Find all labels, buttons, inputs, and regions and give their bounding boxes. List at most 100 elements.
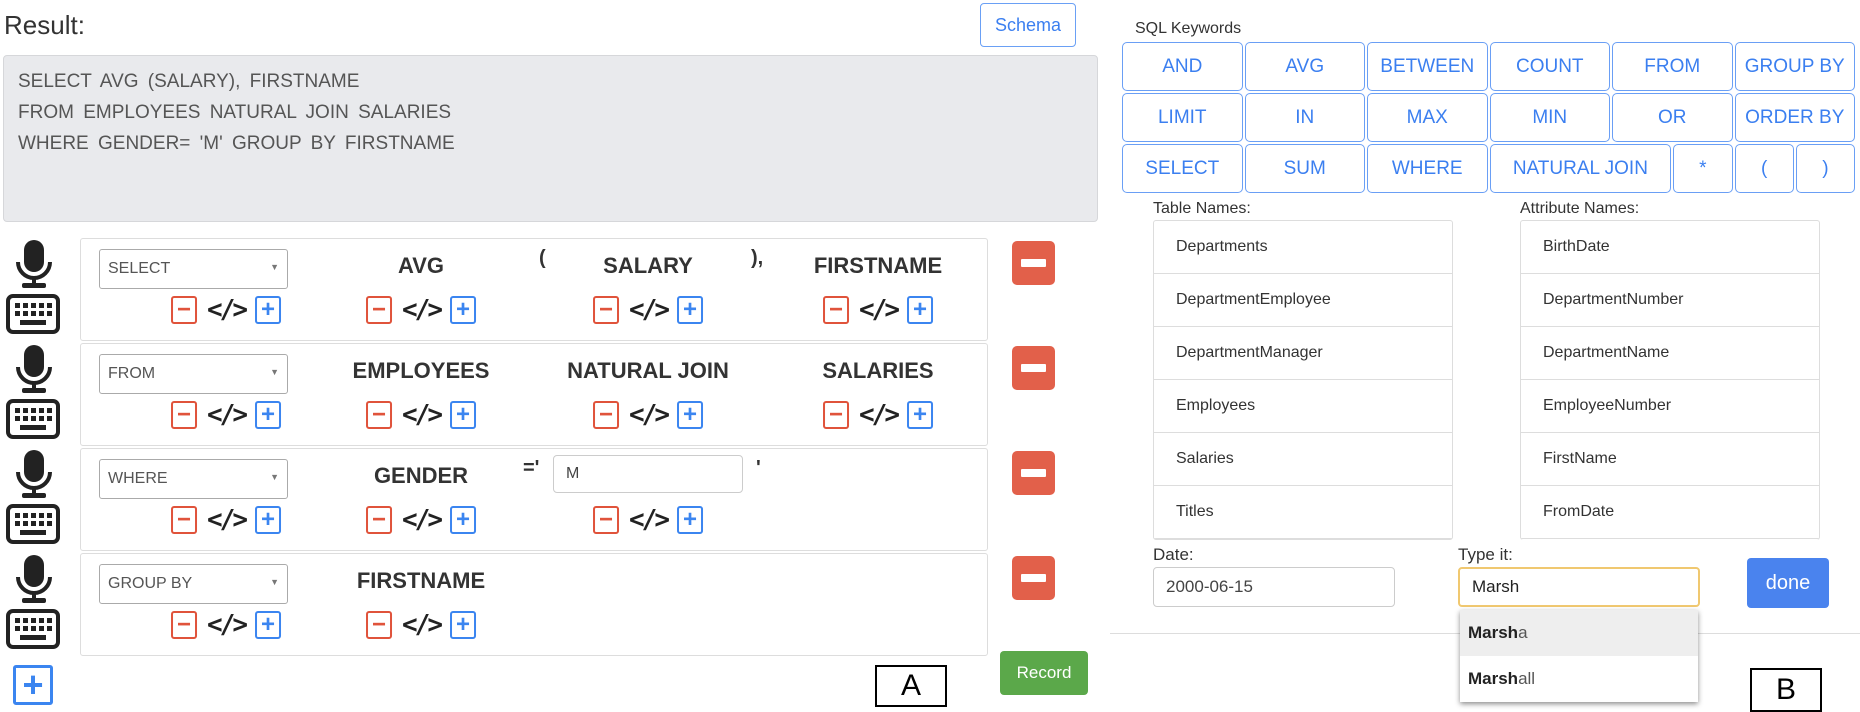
- add-token-button[interactable]: +: [254, 296, 281, 324]
- token[interactable]: EMPLOYEES: [353, 358, 490, 384]
- code-icon[interactable]: </>: [859, 400, 900, 430]
- add-token-button[interactable]: +: [906, 401, 933, 429]
- code-icon[interactable]: </>: [402, 610, 443, 640]
- value-input[interactable]: M: [553, 455, 743, 493]
- remove-token-button[interactable]: −: [593, 506, 620, 534]
- token[interactable]: GENDER: [374, 463, 468, 489]
- date-input[interactable]: 2000-06-15: [1153, 567, 1395, 607]
- keyword-button[interactable]: (: [1734, 144, 1794, 193]
- code-icon[interactable]: </>: [207, 610, 248, 640]
- add-token-button[interactable]: +: [254, 401, 281, 429]
- code-icon[interactable]: </>: [629, 400, 670, 430]
- keyword-button[interactable]: IN: [1244, 93, 1365, 142]
- table-name-item[interactable]: Departments: [1154, 221, 1452, 274]
- add-token-button[interactable]: +: [449, 401, 476, 429]
- code-icon[interactable]: </>: [207, 295, 248, 325]
- keyword-button[interactable]: FROM: [1612, 42, 1733, 91]
- code-icon[interactable]: </>: [207, 505, 248, 535]
- remove-token-button[interactable]: −: [366, 401, 393, 429]
- add-token-button[interactable]: +: [449, 611, 476, 639]
- token[interactable]: FIRSTNAME: [814, 253, 942, 279]
- code-icon[interactable]: </>: [629, 295, 670, 325]
- add-token-button[interactable]: +: [906, 296, 933, 324]
- token[interactable]: SALARIES: [822, 358, 933, 384]
- token[interactable]: SALARY: [603, 253, 693, 279]
- schema-button[interactable]: Schema: [980, 3, 1076, 47]
- keyword-button[interactable]: *: [1673, 144, 1733, 193]
- record-button[interactable]: Record: [1000, 651, 1088, 695]
- microphone-icon[interactable]: [9, 343, 59, 400]
- attribute-name-item[interactable]: FirstName: [1521, 433, 1819, 486]
- remove-token-button[interactable]: −: [366, 506, 393, 534]
- code-icon[interactable]: </>: [402, 505, 443, 535]
- code-icon[interactable]: </>: [859, 295, 900, 325]
- keyword-button[interactable]: OR: [1612, 93, 1733, 142]
- remove-row-button[interactable]: [1012, 451, 1055, 495]
- token[interactable]: NATURAL JOIN: [567, 358, 729, 384]
- attribute-name-item[interactable]: EmployeeNumber: [1521, 380, 1819, 433]
- remove-token-button[interactable]: −: [593, 296, 620, 324]
- keyword-button[interactable]: BETWEEN: [1367, 42, 1488, 91]
- attribute-name-item[interactable]: FromDate: [1521, 486, 1819, 539]
- remove-token-button[interactable]: −: [171, 506, 198, 534]
- remove-row-button[interactable]: [1012, 556, 1055, 600]
- code-icon[interactable]: </>: [207, 400, 248, 430]
- microphone-icon[interactable]: [9, 553, 59, 610]
- add-token-button[interactable]: +: [676, 401, 703, 429]
- keyboard-icon[interactable]: [6, 399, 60, 444]
- keyword-button[interactable]: SUM: [1244, 144, 1365, 193]
- keyword-button[interactable]: NATURAL JOIN: [1489, 144, 1672, 193]
- keyword-button[interactable]: LIMIT: [1122, 93, 1243, 142]
- add-token-button[interactable]: +: [449, 506, 476, 534]
- add-row-button[interactable]: +: [13, 665, 53, 705]
- keyword-button[interactable]: ORDER BY: [1734, 93, 1855, 142]
- clause-select[interactable]: GROUP BY ▼: [99, 564, 288, 604]
- keyword-button[interactable]: MIN: [1489, 93, 1610, 142]
- keyboard-icon[interactable]: [6, 294, 60, 339]
- keyword-button[interactable]: AVG: [1244, 42, 1365, 91]
- clause-select[interactable]: FROM ▼: [99, 354, 288, 394]
- token[interactable]: AVG: [398, 253, 444, 279]
- add-token-button[interactable]: +: [449, 296, 476, 324]
- keyboard-icon[interactable]: [6, 609, 60, 654]
- remove-token-button[interactable]: −: [171, 611, 198, 639]
- code-icon[interactable]: </>: [402, 295, 443, 325]
- code-icon[interactable]: </>: [402, 400, 443, 430]
- clause-select[interactable]: WHERE ▼: [99, 459, 288, 499]
- suggestion-item[interactable]: Marsh a: [1460, 610, 1698, 656]
- remove-token-button[interactable]: −: [823, 296, 850, 324]
- table-name-item[interactable]: Titles: [1154, 486, 1452, 539]
- remove-row-button[interactable]: [1012, 346, 1055, 390]
- token[interactable]: FIRSTNAME: [357, 568, 485, 594]
- attribute-name-item[interactable]: DepartmentNumber: [1521, 274, 1819, 327]
- type-it-input[interactable]: Marsh: [1458, 567, 1700, 607]
- remove-row-button[interactable]: [1012, 241, 1055, 285]
- add-token-button[interactable]: +: [676, 506, 703, 534]
- attribute-name-item[interactable]: DepartmentName: [1521, 327, 1819, 380]
- table-name-item[interactable]: Salaries: [1154, 433, 1452, 486]
- microphone-icon[interactable]: [9, 448, 59, 505]
- remove-token-button[interactable]: −: [366, 611, 393, 639]
- microphone-icon[interactable]: [9, 238, 59, 295]
- keyword-button[interactable]: WHERE: [1367, 144, 1488, 193]
- table-name-item[interactable]: Employees: [1154, 380, 1452, 433]
- remove-token-button[interactable]: −: [593, 401, 620, 429]
- remove-token-button[interactable]: −: [823, 401, 850, 429]
- keyword-button[interactable]: SELECT: [1122, 144, 1243, 193]
- keyword-button[interactable]: ): [1795, 144, 1855, 193]
- code-icon[interactable]: </>: [629, 505, 670, 535]
- add-token-button[interactable]: +: [676, 296, 703, 324]
- remove-token-button[interactable]: −: [171, 296, 198, 324]
- keyword-button[interactable]: COUNT: [1489, 42, 1610, 91]
- done-button[interactable]: done: [1747, 558, 1829, 608]
- keyboard-icon[interactable]: [6, 504, 60, 549]
- table-name-item[interactable]: DepartmentManager: [1154, 327, 1452, 380]
- remove-token-button[interactable]: −: [366, 296, 393, 324]
- add-token-button[interactable]: +: [254, 506, 281, 534]
- remove-token-button[interactable]: −: [171, 401, 198, 429]
- keyword-button[interactable]: AND: [1122, 42, 1243, 91]
- table-name-item[interactable]: DepartmentEmployee: [1154, 274, 1452, 327]
- keyword-button[interactable]: GROUP BY: [1734, 42, 1855, 91]
- add-token-button[interactable]: +: [254, 611, 281, 639]
- suggestion-item[interactable]: Marsh all: [1460, 656, 1698, 702]
